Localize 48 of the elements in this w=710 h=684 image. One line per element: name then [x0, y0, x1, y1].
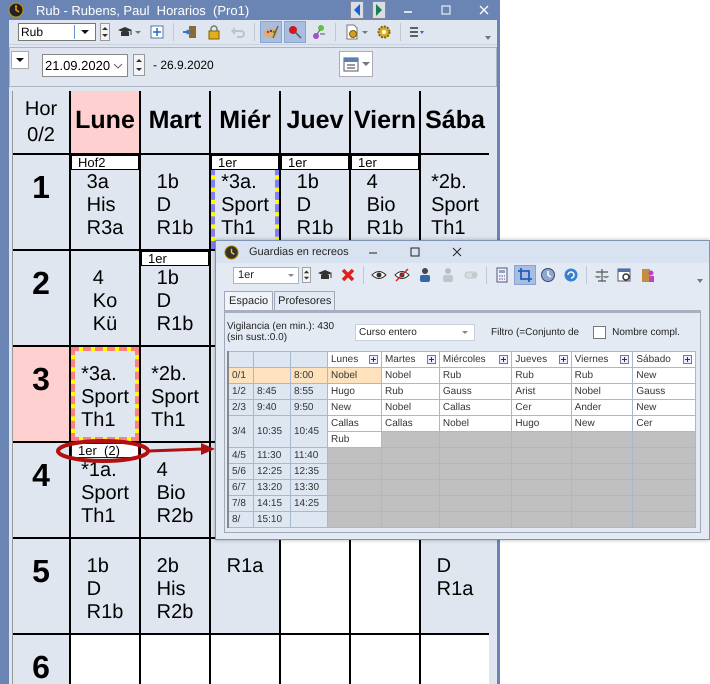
- lesson-text: R1a: [226, 555, 264, 579]
- lesson-text: 1b D R1b: [86, 555, 124, 625]
- lesson-text: *2b. Sport Th1: [431, 171, 479, 241]
- start-time-cell: 10:35: [254, 416, 290, 448]
- period-cell: 6/7: [228, 480, 254, 496]
- lesson-text: 1b D R1b: [156, 171, 194, 241]
- period-cell: 0/1: [228, 368, 254, 384]
- start-time-cell: 11:30: [254, 448, 290, 464]
- end-time-cell: 8:00: [290, 368, 328, 384]
- end-time-cell: 10:45: [290, 416, 328, 448]
- dialog-title: Guardias en recreos: [249, 246, 349, 258]
- corner-cell: Hor 0/2: [13, 91, 69, 153]
- start-time-cell: 8:45: [254, 384, 290, 400]
- end-time-cell: 11:40: [290, 448, 328, 464]
- lesson-text: 4 Ko Kü: [92, 267, 118, 337]
- start-time-cell: 15:10: [254, 512, 290, 528]
- period-cell: 8/: [228, 512, 254, 528]
- period-cell: 2/3: [228, 400, 254, 416]
- lesson-text: 4 Bio R2b: [156, 459, 194, 529]
- lesson-text: 2b His R2b: [156, 555, 194, 625]
- window-title: Rub - Rubens, Paul Horarios (Pro1): [36, 2, 250, 18]
- lesson-text: D R1a: [436, 555, 474, 602]
- date-range-end: - 26.9.2020: [153, 58, 214, 72]
- end-time-cell: 9:50: [290, 400, 328, 416]
- lesson-text: *3a. Sport Th1: [221, 171, 269, 241]
- period-cell: 5/6: [228, 464, 254, 480]
- start-time-cell: 12:25: [254, 464, 290, 480]
- end-time-cell: 14:25: [290, 496, 328, 512]
- period-cell: 3/4: [228, 416, 254, 448]
- filter-label: Filtro (=Conjunto de: [491, 326, 580, 338]
- lesson-text: 1b D R1b: [156, 267, 194, 337]
- start-time-cell: 9:40: [254, 400, 290, 416]
- end-time-cell: 8:55: [290, 384, 328, 400]
- start-time-cell: 13:20: [254, 480, 290, 496]
- lesson-text: 4 Bio R1b: [366, 171, 404, 241]
- lesson-text: *3a. Sport Th1: [81, 363, 129, 433]
- checkbox-label: Nombre compl.: [612, 326, 680, 338]
- end-time-cell: 13:30: [290, 480, 328, 496]
- period-cell: 4/5: [228, 448, 254, 464]
- lesson-text: 3a His R3a: [86, 171, 124, 241]
- supervision-summary: Vigilancia (en min.): 430 (sin sust.:0.0): [227, 321, 336, 343]
- period-cell: 7/8: [228, 496, 254, 512]
- start-time-cell: 14:15: [254, 496, 290, 512]
- period-cell: 1/2: [228, 384, 254, 400]
- lesson-text: *1a. Sport Th1: [81, 459, 129, 529]
- end-time-cell: 12:35: [290, 464, 328, 480]
- lesson-text: *2b. Sport Th1: [151, 363, 199, 433]
- lesson-text: 1b D R1b: [296, 171, 334, 241]
